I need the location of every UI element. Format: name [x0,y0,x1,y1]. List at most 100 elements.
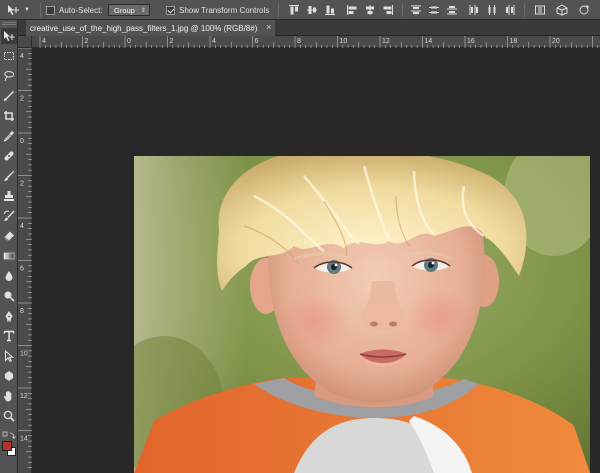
align-left-edges-icon[interactable] [346,4,358,16]
zoom-icon [3,410,15,422]
brush-icon [4,170,15,181]
hand-icon [3,391,12,402]
options-bar: ▼ Auto-Select: Group ⇕ Show Transform Co… [0,0,600,20]
auto-select-toggle[interactable]: Auto-Select: [46,0,103,20]
ruler-label: 6 [255,38,259,45]
ruler-label: 2 [20,181,24,188]
distribute-top-icon[interactable] [410,4,422,16]
brush-tool[interactable] [1,168,17,184]
distribute-left-icon[interactable] [468,4,480,16]
tools-panel [0,20,18,473]
distribute-horizontal-centers-icon[interactable] [486,4,498,16]
ruler-label: 4 [42,38,46,45]
shape-icon [4,371,14,381]
divider [402,3,403,17]
ruler-label: 14 [20,436,28,443]
color-swatches[interactable] [2,441,18,457]
show-transform-controls-label: Show Transform Controls [179,5,270,15]
close-icon[interactable]: × [266,22,271,32]
distribute-vertical-centers-icon[interactable] [428,4,440,16]
document-tab-title: creative_use_of_the_high_pass_filters_1.… [30,23,258,33]
align-vertical-centers-icon[interactable] [306,4,318,16]
ruler-label: 6 [20,266,24,273]
marquee-icon [4,52,14,60]
clone-stamp-icon [4,191,14,201]
vertical-ruler[interactable]: 4 2 0 2 4 6 8 10 12 14 [18,48,32,473]
type-tool[interactable] [1,328,17,344]
auto-select-checkbox[interactable] [46,5,55,15]
healing-brush-tool[interactable] [1,148,17,164]
document-tab-bar: creative_use_of_the_high_pass_filters_1.… [18,20,600,36]
move-tool[interactable] [1,28,17,44]
horizontal-ruler[interactable]: 4 2 0 2 4 6 8 10 12 14 16 18 20 [32,36,600,48]
gradient-tool[interactable] [1,248,17,264]
type-icon [3,330,15,342]
blur-icon [5,271,13,281]
divider [40,3,41,17]
ruler-label: 4 [212,38,216,45]
ruler-label: 12 [20,393,28,400]
group-select-value: Group [114,5,135,15]
ruler-label: 8 [20,308,24,315]
swap-colors-icon [2,431,16,440]
ruler-label: 4 [20,223,24,230]
photo-image [134,156,590,473]
ruler-label: 2 [85,38,89,45]
show-transform-controls-checkbox[interactable] [166,5,175,15]
move-icon [4,31,15,41]
3d-rotate-icon[interactable] [578,4,590,16]
distribute-right-icon[interactable] [504,4,516,16]
pen-tool[interactable] [1,308,17,324]
quick-selection-icon [4,91,14,101]
chevron-updown-icon: ⇕ [140,8,146,14]
crop-tool[interactable] [1,108,17,124]
distribute-bottom-icon[interactable] [446,4,458,16]
ruler-origin[interactable] [18,36,32,48]
lasso-icon [4,71,15,82]
document-tab[interactable]: creative_use_of_the_high_pass_filters_1.… [26,20,276,36]
gradient-icon [3,252,15,260]
marquee-tool[interactable] [1,48,17,64]
ruler-label: 8 [297,38,301,45]
group-select[interactable]: Group ⇕ [108,0,150,20]
ruler-label: 2 [170,38,174,45]
history-brush-tool[interactable] [1,208,17,224]
canvas-area[interactable] [32,48,600,473]
zoom-tool[interactable] [1,408,17,424]
ruler-label: 10 [340,38,348,45]
swap-colors-button[interactable] [2,428,18,440]
3d-mode-icon[interactable] [556,4,568,16]
divider [278,3,279,17]
panel-grip[interactable] [2,22,16,25]
divider [524,3,525,17]
ruler-label: 18 [510,38,518,45]
eraser-tool[interactable] [1,228,17,244]
ruler-label: 4 [20,53,24,60]
hand-tool[interactable] [1,388,17,404]
auto-align-layers-icon[interactable] [534,4,546,16]
clone-stamp-tool[interactable] [1,188,17,204]
blur-tool[interactable] [1,268,17,284]
ruler-label: 16 [467,38,475,45]
align-top-edges-icon[interactable] [288,4,300,16]
show-transform-controls-toggle[interactable]: Show Transform Controls [166,0,269,20]
shape-tool[interactable] [1,368,17,384]
eyedropper-tool[interactable] [1,128,17,144]
pen-icon [5,311,13,322]
move-icon [8,5,19,15]
crop-icon [4,111,14,121]
align-right-edges-icon[interactable] [382,4,394,16]
photo-child-portrait[interactable] [134,156,590,473]
dodge-tool[interactable] [1,288,17,304]
path-selection-tool[interactable] [1,348,17,364]
align-horizontal-centers-icon[interactable] [364,4,376,16]
ruler-label: 14 [425,38,433,45]
foreground-color-swatch[interactable] [2,441,12,451]
chevron-down-icon: ▼ [24,7,30,13]
quick-selection-tool[interactable] [1,88,17,104]
history-brush-icon [4,210,15,221]
tool-preset-picker[interactable]: ▼ [6,0,30,20]
align-bottom-edges-icon[interactable] [324,4,336,16]
lasso-tool[interactable] [1,68,17,84]
dodge-icon [4,291,15,302]
